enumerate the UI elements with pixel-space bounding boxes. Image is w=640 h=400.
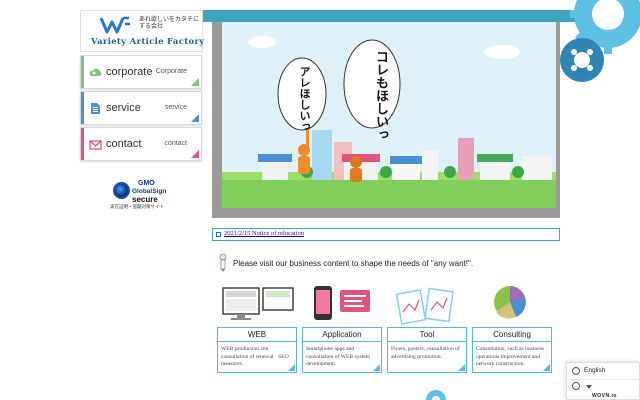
- nav-corner: [191, 114, 199, 122]
- page: あれ欲しいをカタチにする会社 Variety Article Factory c…: [0, 0, 640, 400]
- service-card-title: WEB: [218, 328, 296, 342]
- wovn-brand: WOVN.io: [592, 393, 617, 399]
- hero-illustration: アレほしいっ コレもほしいっ: [222, 22, 556, 208]
- vaf-logo-icon: [99, 16, 130, 34]
- pie-chart-icon: [494, 286, 526, 319]
- speech-bubble-right: コレもほしいっ: [373, 50, 388, 141]
- intro-text: Please visit our business content to sha…: [233, 259, 474, 268]
- news-bullet-icon: [216, 232, 221, 237]
- logo-tagline: あれ欲しいをカタチにする会社: [139, 16, 200, 30]
- nav-stripe: [81, 56, 84, 88]
- news-link[interactable]: 2021/2/15 Notice of relocation: [224, 230, 304, 237]
- service-card-title: Application: [303, 328, 381, 342]
- nav-item-corporate[interactable]: corporate Corporate: [80, 55, 202, 89]
- gmo-globalsign-seal[interactable]: GMO GlobalSign secure 実在証明・盗聴対策サイト: [110, 180, 174, 212]
- service-card-desc: Smartphone apps and consultation of WEB …: [306, 346, 371, 367]
- gmo-line4: 実在証明・盗聴対策サイト: [110, 204, 164, 209]
- nav-item-contact[interactable]: contact contact: [80, 127, 202, 161]
- gmo-line2: GlobalSign: [132, 188, 167, 195]
- nav-stripe: [81, 128, 84, 160]
- nav-corner: [191, 78, 199, 86]
- nav-stripe: [81, 92, 84, 124]
- service-card-tool[interactable]: Tool Flyers, posters, consultation of ad…: [387, 327, 467, 373]
- divider: [567, 379, 639, 380]
- service-card-desc: WEB production site consultation of rene…: [221, 346, 289, 367]
- nav-label: contact: [106, 138, 142, 150]
- news-bar: 2021/2/15 Notice of relocation: [212, 228, 560, 241]
- service-card-desc: Flyers, posters, consultation of adverti…: [391, 346, 460, 360]
- mail-icon: [89, 140, 102, 150]
- card-corner: [543, 364, 550, 371]
- speech-bubble-left: アレほしいっ: [298, 66, 311, 132]
- card-corner: [458, 364, 465, 371]
- flyer-icon: [395, 287, 454, 325]
- globe-icon: [572, 367, 580, 375]
- language-selector[interactable]: English WOVN.io: [566, 362, 640, 400]
- service-card-consulting[interactable]: Consulting Consultation, such as busines…: [472, 327, 552, 373]
- service-card-web[interactable]: WEB WEB production site consultation of …: [217, 327, 297, 373]
- nav-corner: [191, 150, 199, 158]
- hero-banner: アレほしいっ コレもほしいっ: [212, 22, 560, 218]
- globe-icon: [572, 382, 580, 390]
- globalsign-seal-icon: [113, 182, 130, 199]
- service-card-application[interactable]: Application Smartphone apps and consulta…: [302, 327, 382, 373]
- cloud-icon: [89, 68, 102, 76]
- smartphone-icon: [314, 286, 370, 320]
- nav-sublabel: Corporate: [155, 68, 187, 75]
- document-icon: [91, 103, 100, 114]
- card-corner: [288, 364, 295, 371]
- gear-decoration-icon: [560, 0, 640, 82]
- service-card-title: Consulting: [473, 328, 551, 342]
- web-monitor-icon: [222, 287, 294, 320]
- gear-decoration-icon: [426, 390, 446, 400]
- nav-label: corporate: [106, 66, 153, 78]
- service-card-desc: Consultation, such as business operation…: [476, 346, 545, 367]
- pen-character-icon: [219, 253, 227, 272]
- language-value: English: [584, 367, 606, 374]
- logo-name: Variety Article Factory: [91, 37, 205, 47]
- gmo-line1: GMO: [138, 180, 155, 187]
- nav-sublabel: service: [164, 104, 187, 111]
- chevron-down-icon[interactable]: [586, 385, 592, 389]
- gmo-line3: secure: [132, 195, 158, 204]
- card-corner: [373, 364, 380, 371]
- site-logo[interactable]: あれ欲しいをカタチにする会社 Variety Article Factory: [80, 10, 205, 52]
- nav-item-service[interactable]: service service: [80, 91, 202, 125]
- service-card-title: Tool: [388, 328, 466, 342]
- nav-sublabel: contact: [164, 140, 187, 147]
- city-illustration: [222, 36, 556, 208]
- nav-label: service: [106, 102, 141, 114]
